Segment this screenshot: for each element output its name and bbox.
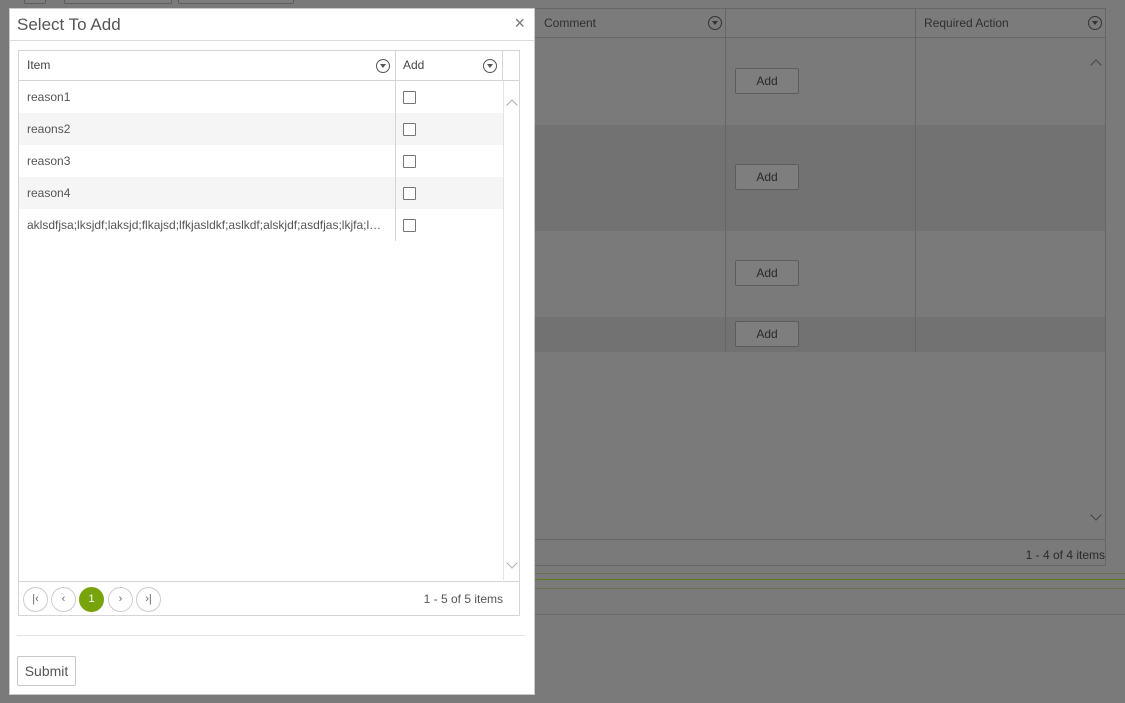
filter-icon [708,16,722,30]
column-header-comment: Comment [544,16,597,30]
column-divider [395,209,396,241]
items-grid-header: Item Add [19,51,519,81]
prev-page-icon[interactable]: ‹ [51,587,76,612]
chevron-up-icon [1090,59,1102,71]
add-button: Add [735,260,799,286]
filter-icon[interactable] [376,59,390,73]
next-page-icon[interactable]: › [108,587,133,612]
background-toolbar-button [178,0,294,4]
add-checkbox[interactable] [403,91,416,104]
chevron-down-icon[interactable] [506,557,518,569]
filter-icon[interactable] [483,59,497,73]
item-cell: aklsdfjsa;lksjdf;laksjd;flkajsd;lfkjasld… [27,218,395,232]
background-toolbar-button [24,0,46,4]
background-toolbar-button [64,0,172,4]
column-header-blank [726,9,734,38]
column-divider [502,51,503,80]
add-button: Add [735,321,799,347]
column-header-required-action: Required Action [924,16,1009,30]
column-divider [395,177,396,209]
background-divider [534,614,1125,615]
add-checkbox[interactable] [403,187,416,200]
pager-info: 1 - 5 of 5 items [423,592,503,606]
column-divider [915,9,916,352]
column-header-add[interactable]: Add [395,51,424,80]
column-divider [395,113,396,145]
last-page-icon[interactable]: ›| [136,587,161,612]
column-divider [1105,9,1106,538]
filter-icon [1088,16,1102,30]
chevron-down-icon [1090,509,1102,521]
column-divider [725,9,726,352]
add-checkbox[interactable] [403,155,416,168]
dialog-title: Select To Add [17,15,121,34]
select-to-add-dialog: Select To Add × Item Add reason1 reaons2 [9,8,535,695]
table-row[interactable]: reason4 [19,177,503,209]
table-row[interactable]: reason3 [19,145,503,177]
background-pager-info: 1 - 4 of 4 items [1025,548,1105,562]
background-divider [534,573,1125,589]
dialog-footer-divider [17,635,525,636]
item-cell: reason4 [27,186,71,200]
table-row[interactable]: aklsdfjsa;lksjdf;laksjd;flkajsd;lfkjasld… [19,209,503,241]
page-number-current[interactable]: 1 [79,587,104,612]
column-header-item[interactable]: Item [19,51,50,80]
first-page-icon[interactable]: |‹ [23,587,48,612]
add-checkbox[interactable] [403,123,416,136]
column-divider [395,81,396,113]
add-button: Add [735,68,799,94]
add-checkbox[interactable] [403,219,416,232]
submit-button[interactable]: Submit [17,656,76,686]
chevron-up-icon[interactable] [506,99,518,111]
background-scrollbar [1088,38,1105,538]
close-icon[interactable]: × [514,14,525,32]
table-row[interactable]: reason1 [19,81,503,113]
items-grid-body: reason1 reaons2 reason3 reason4 aklsdfjs [19,81,503,580]
dialog-title-divider [10,40,534,41]
item-cell: reason1 [27,90,71,104]
items-grid: Item Add reason1 reaons2 reason3 reason4… [18,50,520,616]
item-cell: reaons2 [27,122,71,136]
column-divider [395,145,396,177]
items-grid-scrollbar[interactable] [503,81,519,580]
table-row[interactable]: reaons2 [19,113,503,145]
add-button: Add [735,164,799,190]
items-grid-pager: |‹ ‹ 1 › ›| 1 - 5 of 5 items [19,581,519,616]
item-cell: reason3 [27,154,71,168]
